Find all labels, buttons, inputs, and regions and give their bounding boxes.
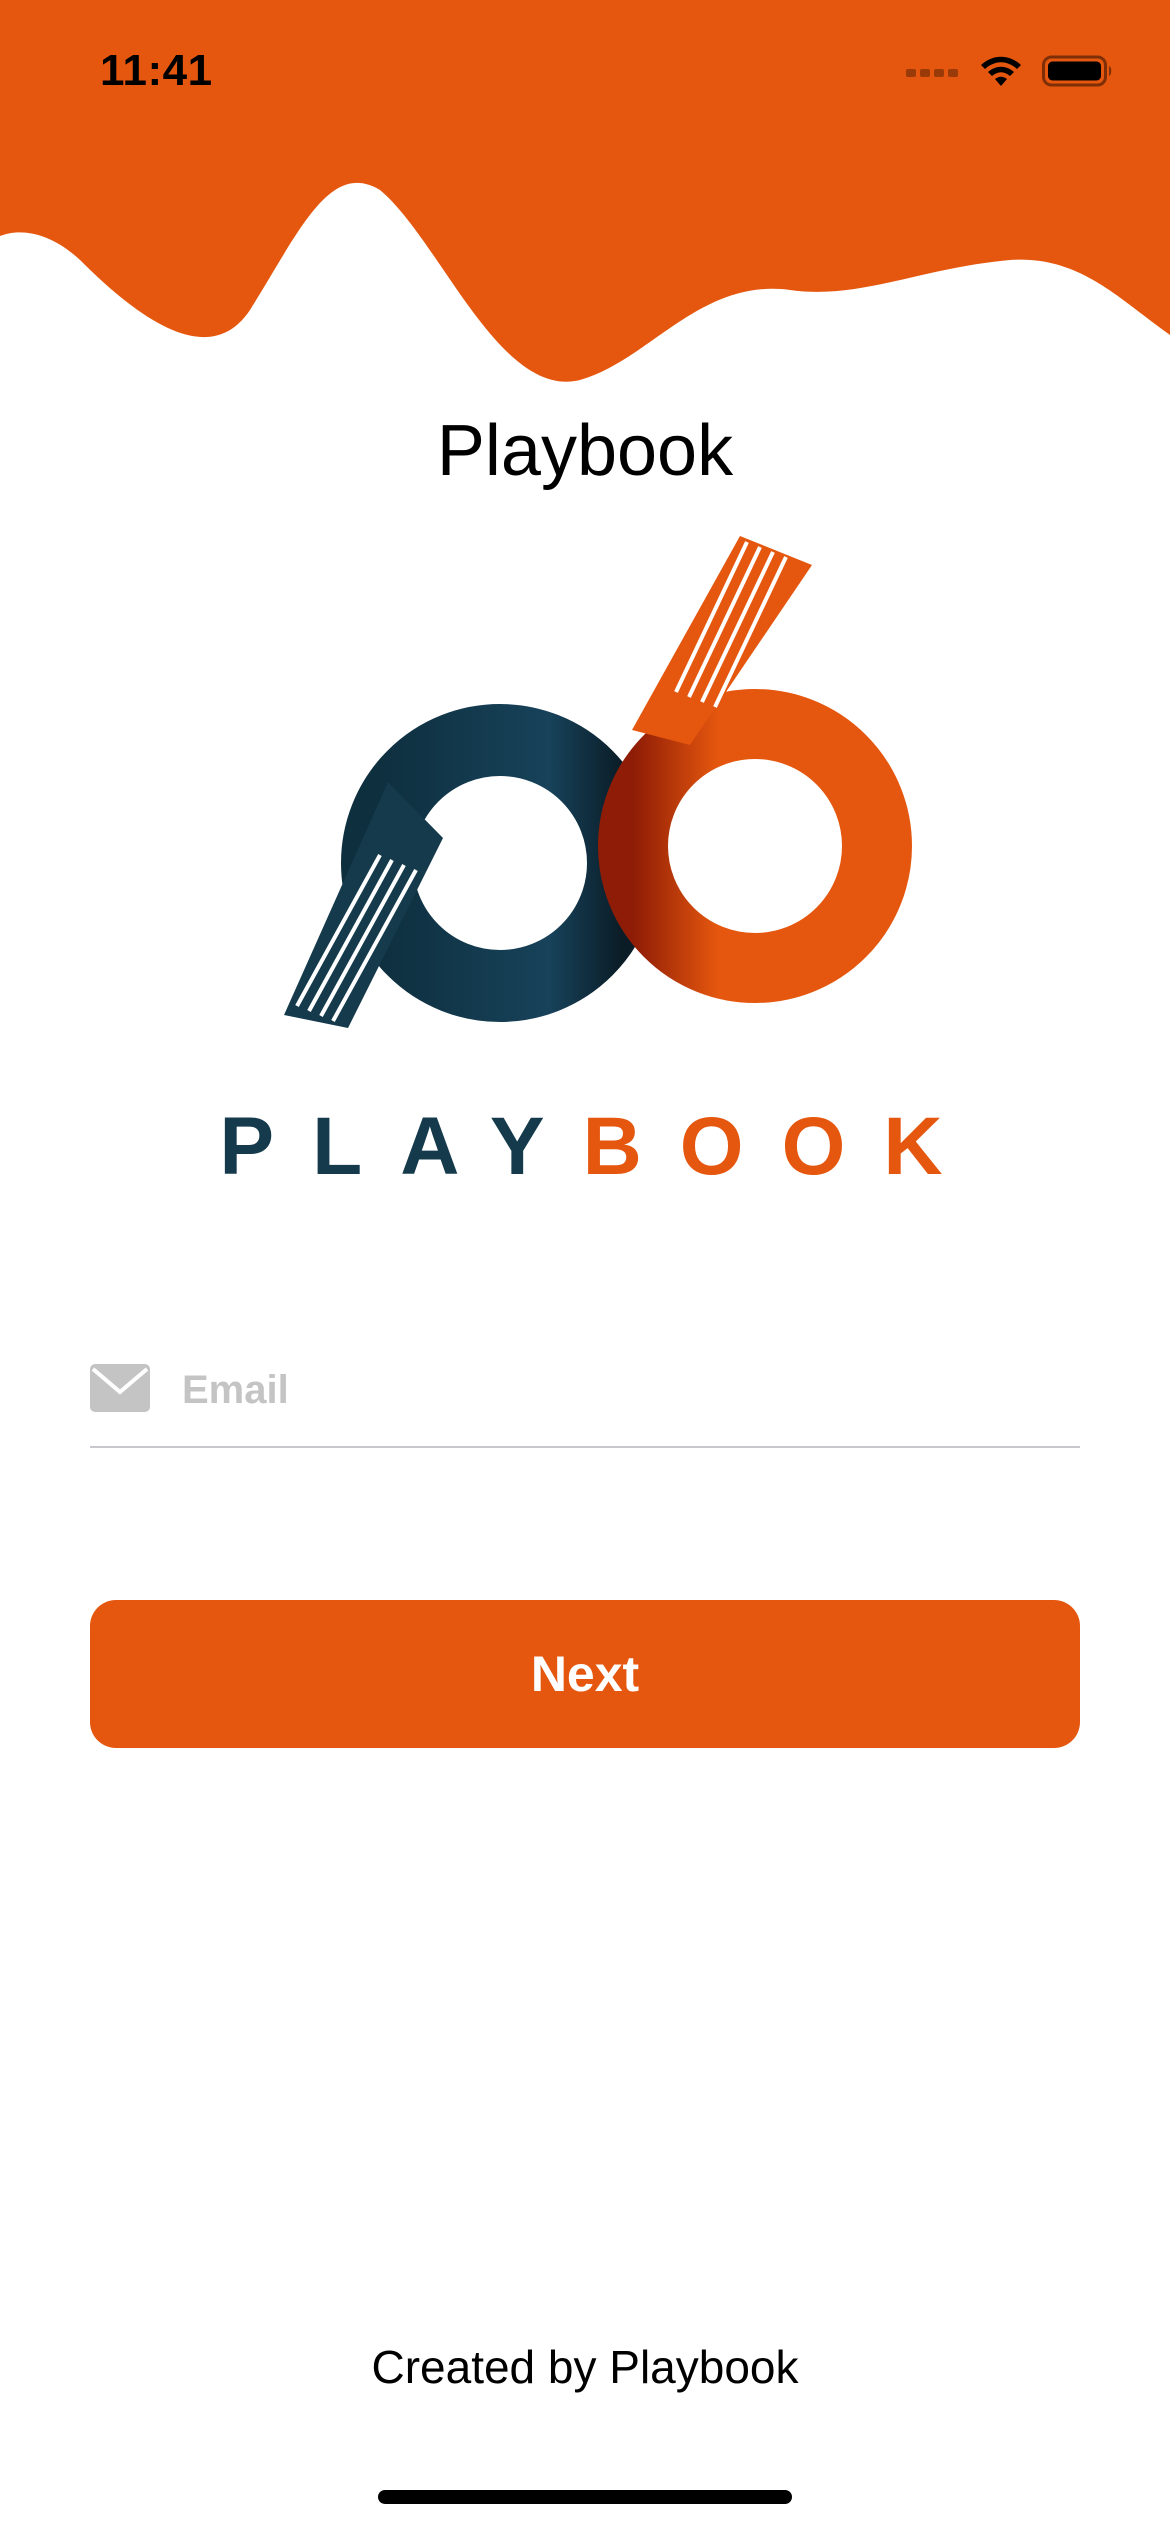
wordmark-play: PLAY [219, 1101, 583, 1192]
battery-icon [1042, 55, 1112, 87]
wifi-icon [981, 56, 1021, 86]
page-title: Playbook [436, 411, 734, 491]
footer-credit: Created by Playbook [371, 2341, 799, 2393]
home-indicator[interactable] [378, 2490, 792, 2504]
playbook-logo-icon [284, 536, 912, 1028]
envelope-icon [90, 1364, 150, 1412]
playbook-logo: PLAYBOOK [200, 520, 1000, 1210]
logo-wordmark: PLAYBOOK [200, 1100, 1000, 1194]
status-bar: 11:41 [0, 0, 1170, 150]
email-input[interactable] [182, 1360, 1062, 1420]
signal-icon [906, 69, 958, 77]
next-button[interactable]: Next [90, 1600, 1080, 1748]
status-icons [906, 54, 1114, 88]
wordmark-book: BOOK [582, 1101, 981, 1192]
email-field[interactable] [90, 1340, 1080, 1448]
status-time: 11:41 [100, 46, 213, 95]
